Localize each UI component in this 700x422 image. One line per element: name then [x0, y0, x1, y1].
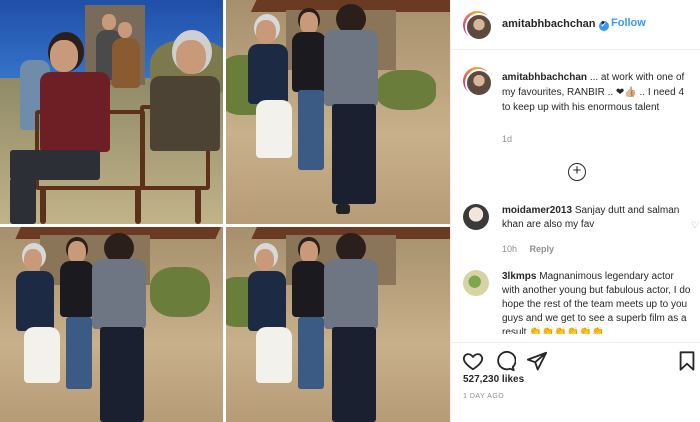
collage-divider-horizontal	[0, 224, 450, 227]
photo-tile-photoshoot-3	[226, 227, 450, 422]
comment-meta: 10h Reply	[502, 244, 564, 254]
comment-text: moidamer2013 Sanjay dutt and salman khan…	[502, 204, 692, 232]
separator-dot: •	[601, 17, 605, 29]
post-side-panel: amitabhbachchan ✓ • Follow amitabhbachcha…	[450, 0, 700, 422]
comment-username[interactable]: moidamer2013	[502, 205, 572, 216]
caption-text: amitabhbachchan ... at work with one of …	[502, 70, 692, 115]
share-icon[interactable]	[526, 350, 548, 372]
likes-count[interactable]: 527,230 likes	[463, 374, 524, 385]
plus-circle-icon: +	[572, 162, 582, 179]
photo-tile-seated	[0, 0, 223, 224]
caption-time: 1d	[502, 134, 513, 144]
follow-button[interactable]: Follow	[611, 17, 646, 29]
caption-username[interactable]: amitabhbachchan	[502, 72, 587, 83]
heart-icon[interactable]	[462, 350, 484, 372]
caption-avatar[interactable]	[463, 67, 493, 97]
commenter-avatar[interactable]	[463, 270, 489, 296]
avatar[interactable]	[463, 11, 493, 41]
post-header: amitabhbachchan ✓ • Follow	[451, 0, 700, 50]
comment-icon[interactable]	[494, 350, 516, 372]
comment-item: 3lkmps Magnanimous legendary actor with …	[463, 270, 691, 334]
comment-like-heart-icon[interactable]: ♡	[691, 220, 699, 231]
photo-tile-photoshoot-2	[0, 227, 223, 422]
header-username[interactable]: amitabhbachchan ✓	[502, 18, 609, 31]
posted-time: 1 DAY AGO	[463, 393, 505, 400]
post-image[interactable]	[0, 0, 450, 422]
bookmark-icon[interactable]	[676, 350, 698, 372]
collage-divider-vertical	[223, 0, 226, 422]
comment-text: 3lkmps Magnanimous legendary actor with …	[502, 270, 691, 334]
reply-button[interactable]: Reply	[530, 244, 555, 254]
comment-time: 10h	[502, 244, 518, 254]
load-more-comments-button[interactable]: +	[568, 163, 586, 181]
commenter-avatar[interactable]	[463, 204, 489, 230]
comment-username[interactable]: 3lkmps	[502, 271, 536, 282]
photo-tile-photoshoot	[226, 0, 450, 224]
